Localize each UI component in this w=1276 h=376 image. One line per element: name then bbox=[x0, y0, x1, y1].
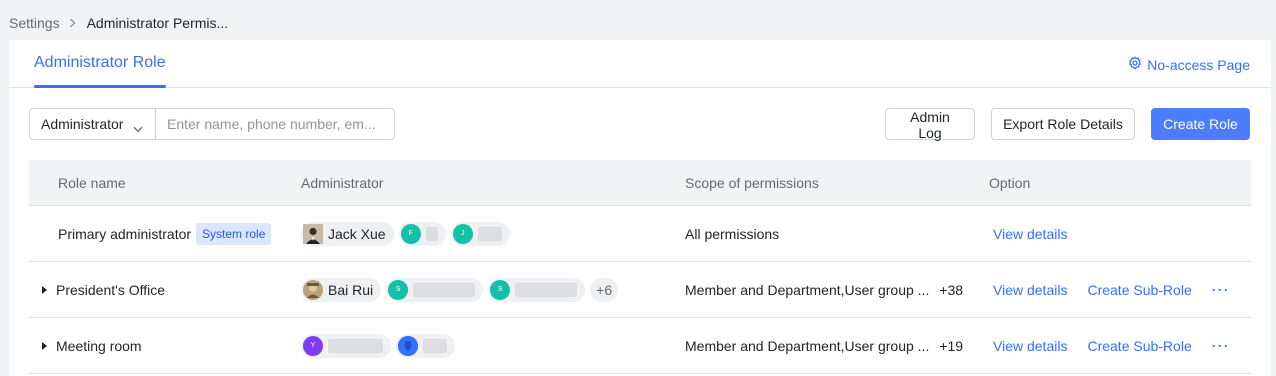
admin-name: Jack Xue bbox=[328, 225, 386, 242]
no-access-page-link[interactable]: No-access Page bbox=[1128, 56, 1250, 73]
administrator-cell: Bai Rui S S +6 bbox=[301, 262, 619, 317]
scope-more-count: +19 bbox=[939, 337, 964, 354]
redacted-name bbox=[413, 282, 476, 297]
table-row: President's Office Bai Rui S S +6 Member… bbox=[29, 262, 1251, 318]
role-name: Meeting room bbox=[56, 337, 142, 354]
table-row: Primary administrator System role Jack X… bbox=[29, 206, 1251, 262]
avatar: S bbox=[388, 279, 409, 300]
redacted-name bbox=[328, 338, 383, 353]
tab-bar: Administrator Role No-access Page bbox=[9, 40, 1271, 88]
admin-chip[interactable]: S bbox=[488, 277, 586, 302]
role-name-cell: Primary administrator System role bbox=[58, 206, 272, 261]
table-header: Role name Administrator Scope of permiss… bbox=[29, 160, 1251, 206]
create-sub-role-link[interactable]: Create Sub-Role bbox=[1087, 338, 1191, 354]
admin-chip[interactable]: Bai Rui bbox=[301, 277, 382, 302]
option-cell: View details Create Sub-Role ⋯ bbox=[993, 318, 1230, 373]
column-header-option: Option bbox=[989, 175, 1031, 191]
option-cell: View details Create Sub-Role ⋯ bbox=[993, 262, 1230, 317]
breadcrumb-current: Administrator Permis... bbox=[86, 15, 229, 31]
admin-chip[interactable]: F bbox=[398, 221, 446, 246]
scope-cell: Member and Department,User group ... +19 bbox=[685, 318, 963, 373]
admin-chip[interactable]: Y bbox=[301, 333, 391, 358]
avatar bbox=[303, 279, 323, 300]
avatar bbox=[303, 223, 323, 244]
more-icon[interactable]: ⋯ bbox=[1211, 281, 1230, 299]
column-header-administrator: Administrator bbox=[301, 175, 384, 191]
admin-type-value: Administrator bbox=[41, 116, 124, 132]
no-access-page-label: No-access Page bbox=[1147, 56, 1250, 73]
breadcrumb: Settings Administrator Permis... bbox=[9, 14, 228, 32]
administrator-cell: Y bbox=[301, 318, 460, 373]
more-admins-count[interactable]: +6 bbox=[590, 277, 619, 302]
scope-text: All permissions bbox=[685, 225, 780, 242]
create-sub-role-link[interactable]: Create Sub-Role bbox=[1087, 282, 1191, 298]
redacted-name bbox=[423, 338, 447, 353]
redacted-name bbox=[425, 226, 438, 241]
chevron-right-icon bbox=[69, 18, 79, 28]
tab-administrator-role[interactable]: Administrator Role bbox=[34, 54, 166, 72]
toolbar: Administrator Admin Log Export Role Deta… bbox=[29, 108, 1251, 141]
more-icon[interactable]: ⋯ bbox=[1211, 337, 1230, 355]
column-header-role-name: Role name bbox=[58, 175, 126, 191]
caret-right-icon[interactable] bbox=[42, 342, 47, 350]
scope-cell: Member and Department,User group ... +38 bbox=[685, 262, 963, 317]
column-header-scope: Scope of permissions bbox=[685, 175, 819, 191]
caret-right-icon[interactable] bbox=[42, 286, 47, 294]
role-name-cell: President's Office bbox=[56, 262, 165, 317]
avatar: J bbox=[452, 223, 473, 244]
scope-cell: All permissions bbox=[685, 206, 779, 261]
admin-log-button[interactable]: Admin Log bbox=[885, 108, 975, 141]
export-role-details-button[interactable]: Export Role Details bbox=[991, 108, 1135, 140]
create-role-button[interactable]: Create Role bbox=[1151, 108, 1250, 140]
system-role-badge: System role bbox=[196, 222, 272, 245]
chevron-down-icon bbox=[133, 120, 143, 136]
avatar: Y bbox=[303, 335, 323, 356]
admin-chip[interactable]: J bbox=[450, 221, 510, 246]
avatar: F bbox=[400, 223, 421, 244]
scope-text: Member and Department,User group ... bbox=[685, 337, 930, 354]
gear-icon bbox=[1128, 56, 1147, 73]
view-details-link[interactable]: View details bbox=[993, 338, 1067, 354]
option-cell: View details bbox=[993, 206, 1067, 261]
tab-active-indicator bbox=[34, 85, 166, 88]
scope-more-count: +38 bbox=[939, 281, 964, 298]
breadcrumb-settings[interactable]: Settings bbox=[9, 15, 60, 31]
role-name: Primary administrator bbox=[58, 225, 192, 242]
admin-chip[interactable]: Jack Xue bbox=[301, 221, 394, 246]
table-row: Meeting room Y Member and Department,Use… bbox=[29, 318, 1251, 374]
redacted-name bbox=[515, 282, 578, 297]
search-input[interactable] bbox=[155, 108, 395, 140]
avatar bbox=[398, 335, 418, 356]
admin-chip[interactable] bbox=[396, 333, 455, 358]
view-details-link[interactable]: View details bbox=[993, 226, 1067, 242]
view-details-link[interactable]: View details bbox=[993, 282, 1067, 298]
role-name: President's Office bbox=[56, 281, 166, 298]
main-panel: Administrator Role No-access Page Admini… bbox=[9, 40, 1271, 376]
redacted-name bbox=[477, 226, 502, 241]
admin-type-select[interactable]: Administrator bbox=[29, 108, 156, 140]
administrator-cell: Jack Xue F J bbox=[301, 206, 515, 261]
scope-text: Member and Department,User group ... bbox=[685, 281, 930, 298]
admin-name: Bai Rui bbox=[328, 281, 374, 298]
avatar: S bbox=[490, 279, 511, 300]
role-name-cell: Meeting room bbox=[56, 318, 142, 373]
admin-chip[interactable]: S bbox=[386, 277, 484, 302]
